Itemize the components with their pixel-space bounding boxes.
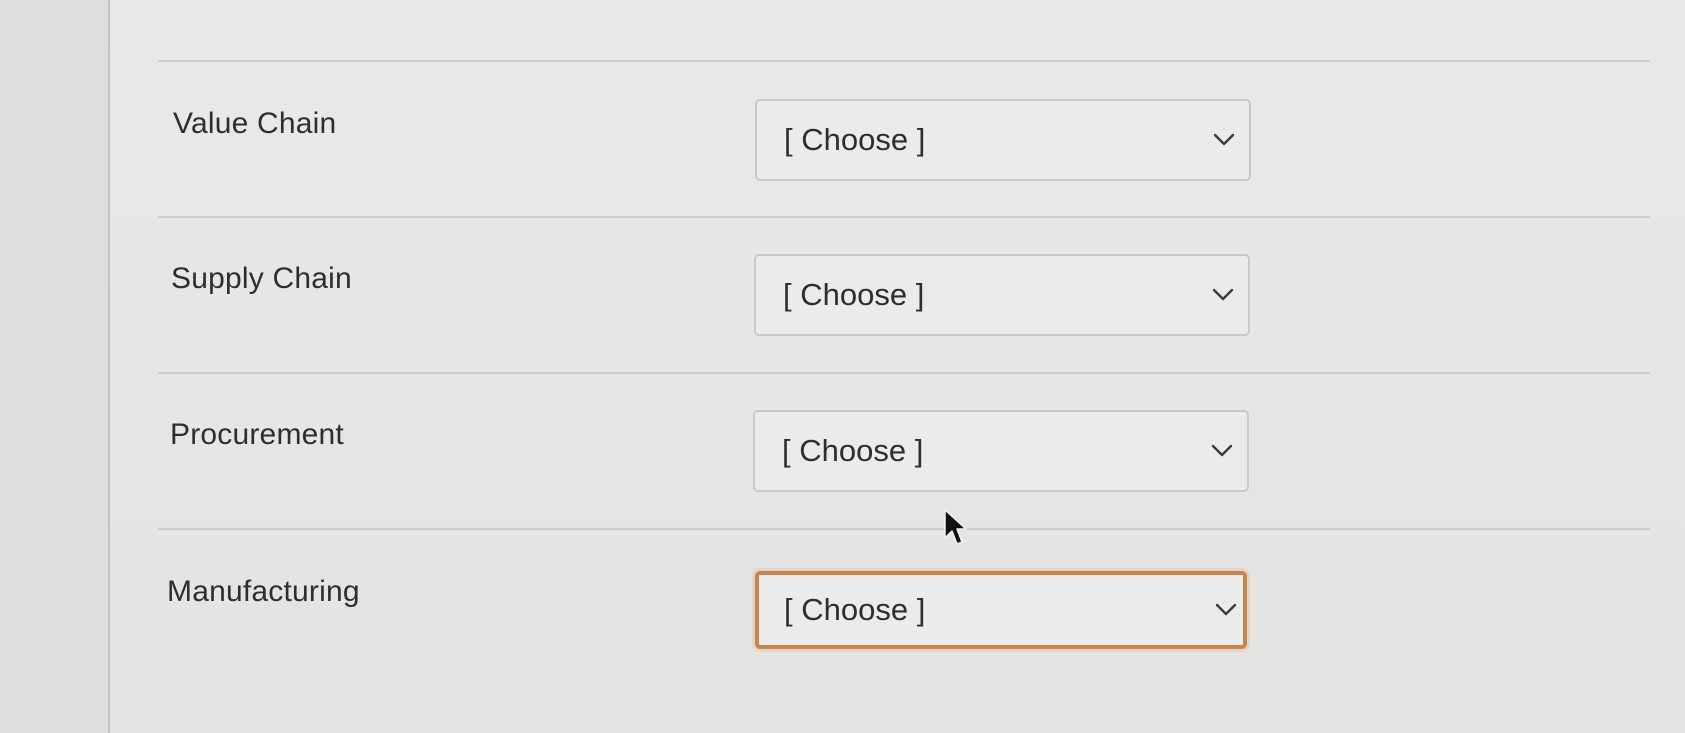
chevron-down-icon	[1215, 603, 1237, 616]
row-divider	[158, 528, 1650, 530]
select-value-text: [ Choose ]	[782, 433, 924, 468]
row-divider	[158, 60, 1650, 62]
select-value-text: [ Choose ]	[783, 277, 925, 312]
row-label-value-chain: Value Chain	[173, 107, 337, 140]
select-supply-chain[interactable]: [ Choose ]	[754, 254, 1250, 336]
row-label-supply-chain: Supply Chain	[171, 262, 352, 295]
select-value-chain[interactable]: [ Choose ]	[755, 99, 1251, 181]
select-value-text: [ Choose ]	[784, 122, 926, 157]
chevron-down-icon	[1213, 133, 1235, 146]
chevron-down-icon	[1211, 444, 1233, 457]
select-procurement[interactable]: [ Choose ]	[753, 410, 1249, 492]
select-manufacturing[interactable]: [ Choose ]	[755, 571, 1247, 649]
mouse-cursor-icon	[944, 509, 967, 545]
chevron-down-icon	[1212, 288, 1234, 301]
row-label-procurement: Procurement	[170, 418, 344, 451]
select-value-text: [ Choose ]	[784, 592, 926, 627]
row-divider	[158, 216, 1650, 218]
row-divider	[158, 372, 1650, 374]
row-label-manufacturing: Manufacturing	[167, 575, 360, 608]
